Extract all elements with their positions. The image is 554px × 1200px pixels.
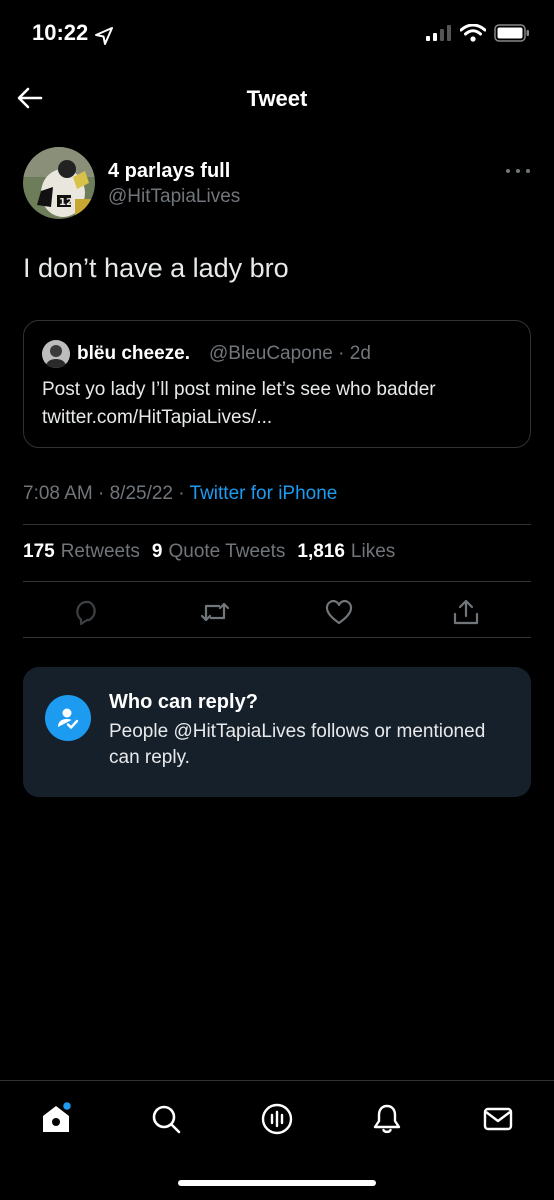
author-handle[interactable]: @HitTapiaLives xyxy=(108,186,240,208)
quoted-avatar-image xyxy=(42,340,70,368)
tweet-detail-screen: 10:22 Tweet 12 4 parlays full @HitTapiaL… xyxy=(0,0,554,1200)
tweet-source-link[interactable]: Twitter for iPhone xyxy=(190,483,338,504)
status-time: 10:22 xyxy=(32,20,89,45)
spaces-microphone-icon xyxy=(261,1103,293,1135)
likes-count: 1,816 xyxy=(297,541,345,562)
who-can-reply-title: Who can reply? xyxy=(109,691,258,713)
home-icon xyxy=(43,1101,73,1132)
quoted-author-avatar xyxy=(42,340,70,368)
more-dot-icon xyxy=(526,169,530,173)
header: Tweet xyxy=(0,70,554,126)
mail-icon xyxy=(483,1107,513,1131)
reply-button[interactable] xyxy=(69,594,105,630)
quote-tweets-stat[interactable]: 9 Quote Tweets xyxy=(152,541,285,563)
quoted-tweet-card[interactable]: blëu cheeze. @BleuCapone · 2d Post yo la… xyxy=(23,320,531,448)
status-bar: 10:22 xyxy=(0,0,554,70)
nav-home[interactable] xyxy=(38,1101,74,1137)
home-indicator[interactable] xyxy=(178,1180,376,1186)
reply-disabled-icon xyxy=(76,600,96,626)
more-dot-icon xyxy=(516,169,520,173)
cellular-signal-icon xyxy=(426,25,451,41)
likes-stat[interactable]: 1,816 Likes xyxy=(297,541,395,563)
retweet-icon xyxy=(200,602,230,622)
quoted-author-name: blëu cheeze. xyxy=(77,343,190,364)
author-name[interactable]: 4 parlays full xyxy=(108,160,230,183)
bell-icon xyxy=(373,1104,401,1134)
wifi-icon xyxy=(460,24,486,42)
share-icon xyxy=(453,599,479,625)
heart-icon xyxy=(325,599,353,625)
tweet-text: I don’t have a lady bro xyxy=(23,253,289,283)
share-button[interactable] xyxy=(448,594,484,630)
tweet-timestamp: 7:08 AM · 8/25/22 · xyxy=(23,483,190,504)
quoted-author-handle: @BleuCapone · 2d xyxy=(209,343,371,364)
retweet-button[interactable] xyxy=(197,594,233,630)
retweets-label: Retweets xyxy=(60,541,140,562)
tweet-actions xyxy=(23,594,531,630)
who-can-reply-description: People @HitTapiaLives follows or mention… xyxy=(109,721,486,768)
who-can-reply-card: Who can reply? People @HitTapiaLives fol… xyxy=(23,667,531,797)
battery-icon xyxy=(494,24,529,42)
author-avatar-image: 12 xyxy=(23,147,95,219)
author-avatar[interactable]: 12 xyxy=(23,147,95,219)
retweets-stat[interactable]: 175 Retweets xyxy=(23,541,140,563)
quote-tweets-label: Quote Tweets xyxy=(168,541,286,562)
search-icon xyxy=(152,1105,181,1134)
divider xyxy=(23,581,531,582)
quote-tweets-count: 9 xyxy=(151,541,163,562)
location-arrow-icon xyxy=(95,27,113,45)
nav-search[interactable] xyxy=(148,1101,184,1137)
tweet-stats: 175 Retweets 9 Quote Tweets 1,816 Likes xyxy=(23,541,395,563)
likes-label: Likes xyxy=(350,541,396,562)
like-button[interactable] xyxy=(321,594,357,630)
more-dot-icon xyxy=(506,169,510,173)
nav-spaces[interactable] xyxy=(259,1101,295,1137)
retweets-count: 175 xyxy=(23,541,55,562)
svg-text:12: 12 xyxy=(59,197,73,208)
nav-notifications[interactable] xyxy=(369,1101,405,1137)
page-title: Tweet xyxy=(246,86,308,111)
tweet-meta: 7:08 AM · 8/25/22 · Twitter for iPhone xyxy=(23,483,337,505)
status-indicators xyxy=(426,24,530,42)
divider xyxy=(23,524,531,525)
quoted-tweet-text: Post yo lady I’ll post mine let’s see wh… xyxy=(42,379,436,428)
more-options-button[interactable] xyxy=(506,164,530,178)
person-check-icon xyxy=(58,708,79,729)
reply-restriction-icon xyxy=(45,695,91,741)
divider xyxy=(23,637,531,638)
nav-messages[interactable] xyxy=(480,1101,516,1137)
